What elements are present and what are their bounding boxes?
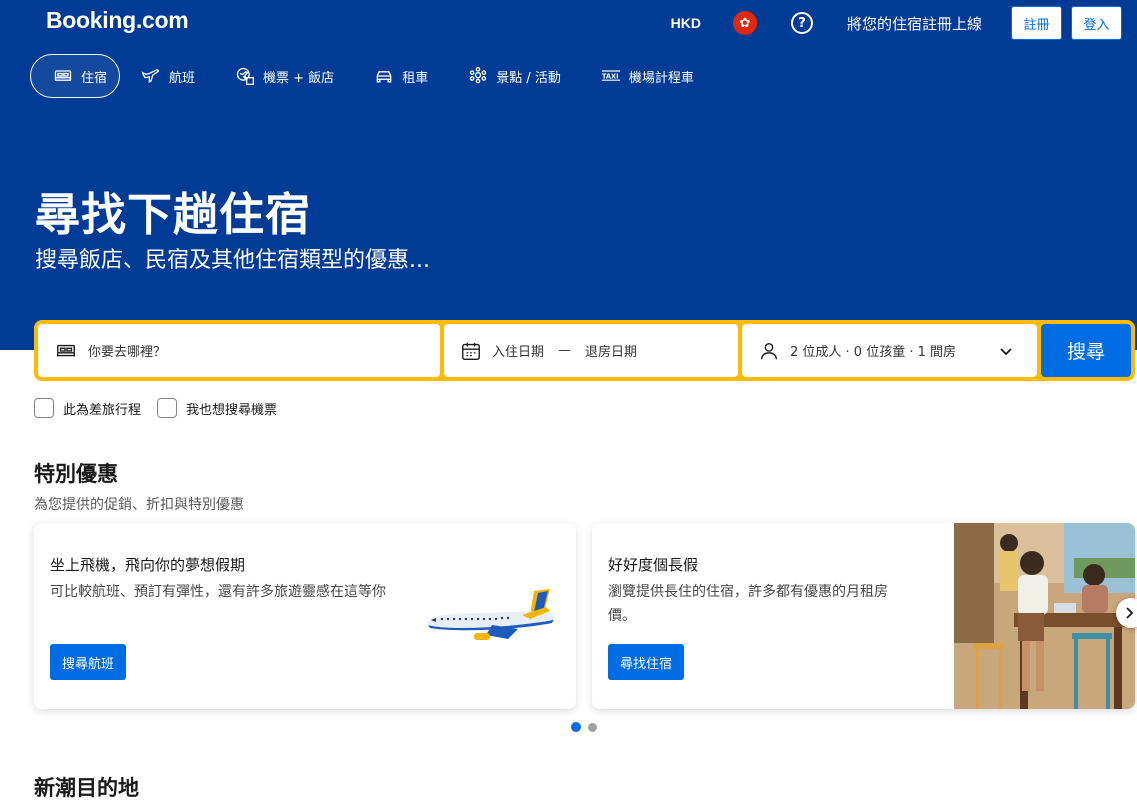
person-icon [760, 342, 778, 359]
nav-tab-label: 租車 [402, 70, 429, 86]
attractions-icon [470, 67, 487, 84]
search-flights-button[interactable]: 搜尋航班 [50, 644, 127, 680]
checkbox-label: 我也想搜尋機票 [186, 402, 278, 418]
trending-destinations-title: 新潮目的地 [34, 776, 139, 800]
checkbox-box[interactable] [34, 398, 54, 418]
nav-tab-airport-taxi[interactable]: TAXI 機場計程車 [584, 54, 711, 98]
offer-card-long-stays: 好好度個長假 瀏覽提供長住的住宿，許多都有優惠的月租房價。 尋找住宿 [592, 523, 1135, 709]
bed-icon [57, 344, 75, 356]
carousel-pagination [571, 722, 604, 732]
find-stays-button[interactable]: 尋找住宿 [608, 644, 685, 680]
nav-tab-label: 機場計程車 [628, 70, 694, 86]
list-property-link[interactable]: 將您的住宿註冊上線 [847, 13, 982, 34]
checkbox-label: 此為差旅行程 [63, 402, 142, 418]
business-trip-checkbox[interactable]: 此為差旅行程 [34, 398, 141, 418]
nav-tab-flights[interactable]: 航班 [124, 54, 212, 98]
offers-subtitle: 為您提供的促銷、折扣與特別優惠 [34, 497, 244, 513]
svg-text:TAXI: TAXI [602, 73, 619, 81]
booking-logo[interactable]: Booking.com [46, 7, 189, 34]
hero-subtitle: 搜尋飯店、民宿及其他住宿類型的優惠... [35, 248, 430, 273]
destination-input[interactable]: 你要去哪裡？ [38, 324, 440, 377]
search-flights-checkbox[interactable]: 我也想搜尋機票 [157, 398, 277, 418]
offer-card-text: 瀏覽提供長住的住宿，許多都有優惠的月租房價。 [608, 584, 888, 624]
bed-icon [54, 70, 72, 81]
guests-label: 2 位成人 · 0 位孩童 · 1 間房 [790, 345, 957, 360]
sign-in-button[interactable]: 登入 [1071, 6, 1122, 40]
checkin-label: 入住日期 [492, 345, 545, 360]
carousel-dot-active[interactable] [571, 722, 581, 732]
nav-tab-attractions[interactable]: 景點 / 活動 [451, 54, 578, 98]
flight-hotel-icon [236, 67, 255, 85]
offers-title: 特別優惠 [34, 462, 118, 486]
nav-tab-label: 航班 [169, 70, 196, 86]
nav-tab-stays[interactable]: 住宿 [30, 54, 120, 98]
language-flag-icon[interactable]: ✿ [732, 11, 757, 35]
nav-tab-car-rental[interactable]: 租車 [357, 54, 445, 98]
nav-tab-label: 機票 + 飯店 [263, 70, 335, 86]
calendar-icon [462, 342, 480, 360]
checkout-label: 退房日期 [585, 345, 638, 360]
chevron-down-icon [1000, 347, 1012, 355]
offer-card-title: 坐上飛機，飛向你的夢想假期 [50, 556, 246, 574]
taxi-icon: TAXI [602, 70, 621, 81]
long-stay-photo [954, 523, 1135, 709]
checkbox-box[interactable] [157, 398, 178, 418]
chevron-right-icon [1126, 607, 1134, 619]
date-separator: — [558, 343, 572, 358]
offer-card-title: 好好度個長假 [608, 556, 699, 574]
guests-summary: 2 位成人 · 0 位孩童 · 1 間房 [758, 340, 956, 362]
carousel-dot[interactable] [588, 723, 597, 732]
destination-placeholder: 你要去哪裡？ [88, 345, 167, 360]
search-button[interactable]: 搜尋 [1041, 324, 1131, 377]
help-icon[interactable]: ? [790, 12, 813, 34]
header-actions: HKD ✿ ? 將您的住宿註冊上線 註冊 登入 [671, 6, 1122, 40]
hero-banner: Booking.com HKD ✿ ? 將您的住宿註冊上線 註冊 登入 住宿 航… [0, 0, 1137, 350]
product-nav: 住宿 航班 機票 + 飯店 租車 景點 / 活動 TAXI 機場計程車 [30, 54, 713, 98]
nav-tab-label: 景點 / 活動 [496, 70, 561, 86]
nav-tab-flight-hotel[interactable]: 機票 + 飯店 [218, 54, 351, 98]
currency-selector[interactable]: HKD [671, 15, 701, 31]
search-bar: 你要去哪裡？ 入住日期 — 退房日期 2 位成人 · 0 位孩童 · 1 間房 … [34, 320, 1135, 381]
search-options: 此為差旅行程 我也想搜尋機票 [34, 398, 293, 418]
guests-selector[interactable]: 2 位成人 · 0 位孩童 · 1 間房 [742, 324, 1037, 377]
plane-icon [141, 69, 160, 83]
hero-title: 尋找下趟住宿 [35, 188, 312, 241]
airplane-illustration [427, 589, 555, 640]
nav-tab-label: 住宿 [81, 70, 108, 86]
offer-card-text: 可比較航班、預訂有彈性，還有許多旅遊靈感在這等你 [50, 584, 386, 600]
offer-card-flights: 坐上飛機，飛向你的夢想假期 可比較航班、預訂有彈性，還有許多旅遊靈感在這等你 搜… [34, 523, 576, 709]
date-picker[interactable]: 入住日期 — 退房日期 [444, 324, 738, 377]
car-icon [376, 71, 392, 83]
register-button[interactable]: 註冊 [1011, 6, 1062, 40]
